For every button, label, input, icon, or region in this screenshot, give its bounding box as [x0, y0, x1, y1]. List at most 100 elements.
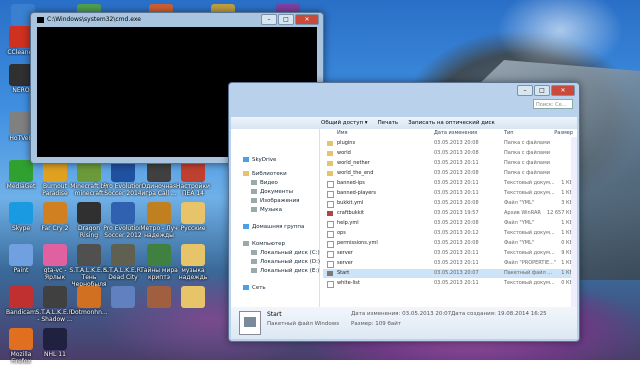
desktop-icon-label: Настройки ПЕА 14 [176, 183, 210, 197]
nav-music[interactable]: Музыка [251, 207, 282, 213]
column-size[interactable]: Размер [554, 130, 573, 136]
nav-label: SkyDrive [252, 157, 277, 163]
column-type[interactable]: Тип [504, 130, 514, 136]
app-icon [147, 286, 171, 308]
file-date: 03.05.2013 20:07 [434, 270, 479, 276]
document-icon [327, 191, 334, 198]
burn-disc-button[interactable]: Записать на оптический диск [408, 120, 495, 126]
file-date: 03.05.2013 20:08 [434, 150, 479, 156]
file-name: help.yml [337, 220, 359, 226]
desktop-icon[interactable]: Русские [172, 202, 214, 232]
print-button[interactable]: Печать [378, 120, 399, 126]
file-date: 03.05.2013 20:11 [434, 160, 479, 166]
file-row[interactable]: server 03.05.2013 20:11 Текстовый докум...… [323, 249, 577, 258]
nav-label: Локальный диск (D:) [260, 259, 321, 265]
nav-video[interactable]: Видео [251, 180, 278, 186]
file-row[interactable]: world 03.05.2013 20:08 Папка с файлами [323, 149, 577, 158]
details-name: Start [267, 311, 282, 318]
file-date: 03.05.2013 20:08 [434, 170, 479, 176]
search-input[interactable]: Поиск: Се... [533, 99, 573, 109]
file-row[interactable]: world_the_end 03.05.2013 20:08 Папка с фай… [323, 169, 577, 178]
maximize-button[interactable]: □ [278, 14, 294, 25]
file-name: banned-players [337, 190, 376, 196]
nav-network[interactable]: Сеть [243, 285, 266, 291]
desktop-icon-label: MediaGet [6, 183, 36, 190]
nav-label: Изображения [260, 198, 300, 204]
file-row[interactable]: world_nether 03.05.2013 20:11 Папка с файл… [323, 159, 577, 168]
file-type: Файл "YML" [504, 220, 535, 226]
archive-icon [327, 211, 333, 216]
desktop-icon[interactable]: NHL 11 [34, 328, 76, 358]
file-row[interactable]: help.yml 03.05.2013 20:08 Файл "YML" 1 КБ [323, 219, 577, 228]
nav-homegroup[interactable]: Домашняя группа [243, 224, 304, 230]
nav-skydrive[interactable]: SkyDrive [243, 157, 276, 163]
file-date: 03.05.2013 20:08 [434, 200, 479, 206]
file-name: bukkit.yml [337, 200, 364, 206]
network-icon [243, 285, 249, 290]
file-row[interactable]: bukkit.yml 03.05.2013 20:08 Файл "YML" 3 КБ [323, 199, 577, 208]
app-icon [9, 286, 33, 308]
nav-label: Локальный диск (E:) [260, 268, 320, 274]
app-icon [43, 286, 67, 308]
document-icon [327, 181, 334, 188]
desktop-icon[interactable]: Настройки ПЕА 14 [172, 160, 214, 197]
file-size: 12 657 КБ [546, 210, 573, 216]
nav-computer[interactable]: Компьютер [243, 241, 285, 247]
nav-label: Документы [260, 189, 293, 195]
explorer-window[interactable]: – □ ✕ Поиск: Се... Общий доступ ▾ Печать… [228, 82, 580, 342]
minimize-button[interactable]: – [517, 85, 533, 96]
nav-label: Сеть [252, 285, 266, 291]
file-row[interactable]: craftbukkit 03.05.2013 19:57 Архив WinRAR 1… [323, 209, 577, 218]
explorer-content: SkyDrive Библиотеки Видео Документы Изоб… [231, 129, 577, 307]
file-type: Текстовый докум... [504, 250, 555, 256]
file-row[interactable]: white-list 03.05.2013 20:11 Текстовый доку… [323, 279, 577, 288]
file-row[interactable]: plugins 03.05.2013 20:08 Папка с файлами [323, 139, 577, 148]
batch-file-icon [327, 271, 333, 276]
file-date: 03.05.2013 20:11 [434, 190, 479, 196]
nav-libraries[interactable]: Библиотеки [243, 171, 287, 177]
desktop-icon-label: Dotmonhn... [70, 309, 108, 316]
file-type: Пакетный файл ... [504, 270, 553, 276]
cmd-icon [37, 16, 44, 23]
folder-icon [327, 141, 333, 146]
music-icon [251, 207, 257, 212]
nav-images[interactable]: Изображения [251, 198, 299, 204]
app-icon [43, 244, 67, 266]
desktop-icon[interactable] [172, 286, 214, 309]
close-button[interactable]: ✕ [295, 14, 319, 25]
document-icon [327, 231, 334, 238]
nav-disk-e[interactable]: Локальный диск (E:) [251, 268, 319, 274]
file-row[interactable]: banned-players 03.05.2013 20:11 Текстовый … [323, 189, 577, 198]
app-icon [43, 328, 67, 350]
file-row[interactable]: Start 03.05.2013 20:07 Пакетный файл ... 1 … [323, 269, 577, 278]
file-row[interactable]: server 03.05.2013 20:11 Файл "PROPERTIE...… [323, 259, 577, 268]
app-icon [77, 286, 101, 308]
maximize-button[interactable]: □ [534, 85, 550, 96]
file-row[interactable]: permissions.yml 03.05.2013 20:08 Файл "YML… [323, 239, 577, 248]
app-icon [111, 244, 135, 266]
close-button[interactable]: ✕ [551, 85, 575, 96]
nav-disk-d[interactable]: Локальный диск (D:) [251, 259, 320, 265]
disk-icon [251, 250, 257, 255]
document-icon [327, 221, 334, 228]
app-icon [9, 328, 33, 350]
column-name[interactable]: Имя [337, 130, 348, 136]
file-type: Папка с файлами [504, 170, 550, 176]
nav-disk-c[interactable]: Локальный диск (C:) [251, 250, 320, 256]
file-name: plugins [337, 140, 356, 146]
app-icon [111, 286, 135, 308]
share-menu[interactable]: Общий доступ ▾ [321, 120, 368, 126]
desktop-icon-label: Русские [180, 225, 206, 232]
file-row[interactable]: ops 03.05.2013 20:12 Текстовый докум... 1 К… [323, 229, 577, 238]
minimize-button[interactable]: – [261, 14, 277, 25]
desktop-icon[interactable]: музыка надеждь [172, 244, 214, 281]
column-date[interactable]: Дата изменения [434, 130, 477, 136]
file-date: 03.05.2013 20:08 [434, 240, 479, 246]
file-row[interactable]: banned-ips 03.05.2013 20:11 Текстовый доку… [323, 179, 577, 188]
column-headers: Имя Дата изменения Тип Размер [323, 129, 577, 137]
scrollbar[interactable] [571, 137, 577, 307]
nav-documents[interactable]: Документы [251, 189, 293, 195]
document-icon [327, 201, 334, 208]
folder-icon [327, 171, 333, 176]
disk-icon [251, 259, 257, 264]
